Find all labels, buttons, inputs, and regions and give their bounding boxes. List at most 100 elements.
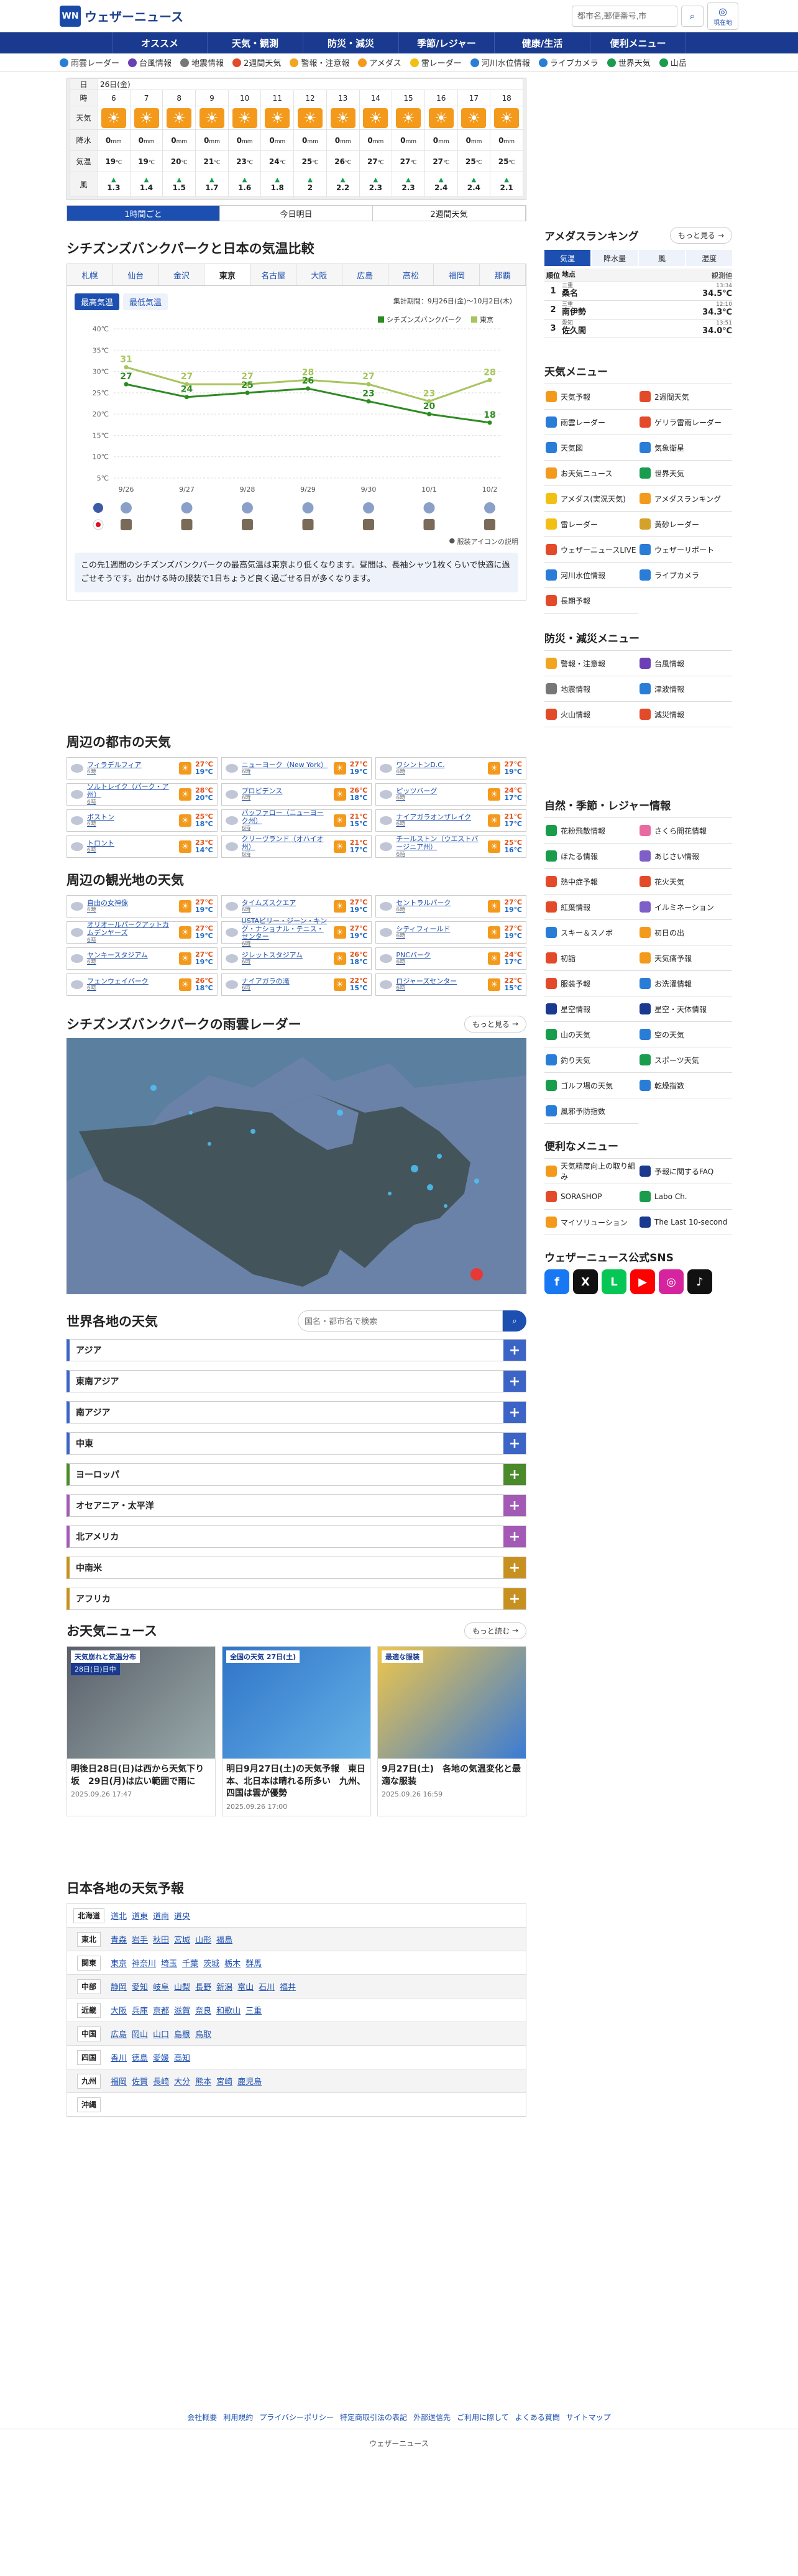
city-name[interactable]: トロント 6時 xyxy=(87,840,175,854)
city-cell[interactable]: オリオールパークアットカムデンヤーズ 6時 ☀ 27℃ 19℃ xyxy=(66,921,218,944)
city-name[interactable]: ピッツバーグ 6時 xyxy=(396,788,484,802)
prefecture-link[interactable]: 岐阜 xyxy=(153,1980,169,1992)
region-tab[interactable]: 札幌 xyxy=(67,264,113,285)
prefecture-link[interactable]: 長野 xyxy=(195,1980,211,1992)
world-region-row[interactable]: アフリカ + xyxy=(66,1588,526,1611)
sns-icon[interactable]: ▶ xyxy=(630,1269,655,1294)
city-name[interactable]: フィラデルフィア 6時 xyxy=(87,761,175,776)
city-cell[interactable]: 自由の女神像 6時 ☀ 27℃ 19℃ xyxy=(66,895,218,918)
news-thumbnail[interactable]: 全国の天気 27日(土) xyxy=(222,1647,370,1759)
city-name[interactable]: バッファロー（ニューヨーク州） 6時 xyxy=(242,809,330,832)
nav-item[interactable]: 季節/レジャー xyxy=(399,32,495,53)
footer-link[interactable]: 利用規約 xyxy=(223,2412,253,2422)
city-name[interactable]: USTAビリー・ジーン・キング・ナショナル・テニス・センター 6時 xyxy=(242,918,330,947)
menu-item[interactable]: スポーツ天気 xyxy=(638,1047,732,1073)
menu-item[interactable]: 雷レーダー xyxy=(544,512,638,537)
menu-item[interactable]: 台風情報 xyxy=(638,651,732,676)
menu-item[interactable]: 地震情報 xyxy=(544,676,638,702)
prefecture-link[interactable]: 島根 xyxy=(174,2028,190,2040)
news-card[interactable]: 最適な服装 9月27日(土) 各地の気温変化と最適な服装 2025.09.26 16… xyxy=(377,1646,526,1816)
menu-item[interactable]: 紅葉情報 xyxy=(544,895,638,920)
menu-item[interactable]: 天気図 xyxy=(544,435,638,461)
region-tab[interactable]: 金沢 xyxy=(158,264,205,285)
quick-link[interactable]: 2週間天気 xyxy=(232,57,281,68)
prefecture-link[interactable]: 茨城 xyxy=(203,1957,219,1969)
city-name[interactable]: 自由の女神像 6時 xyxy=(87,899,175,914)
menu-item[interactable]: 火山情報 xyxy=(544,702,638,727)
city-cell[interactable]: クリーヴランド（オハイオ州） 6時 ☀ 21℃ 17℃ xyxy=(221,835,372,858)
city-name[interactable]: ジレットスタジアム 6時 xyxy=(242,952,330,966)
prefecture-link[interactable]: 東京 xyxy=(111,1957,127,1969)
plus-icon[interactable]: + xyxy=(503,1526,526,1548)
prefecture-link[interactable]: 福井 xyxy=(280,1980,296,1992)
nav-item[interactable]: 健康/生活 xyxy=(495,32,590,53)
news-thumbnail[interactable]: 天気崩れと気温分布 28日(日)日中 xyxy=(67,1647,215,1759)
region-tab[interactable]: 高松 xyxy=(388,264,434,285)
city-cell[interactable]: ロジャーズセンター 6時 ☀ 22℃ 15℃ xyxy=(375,973,526,996)
menu-item[interactable]: 予報に関するFAQ xyxy=(638,1159,732,1184)
city-cell[interactable]: シティフィールド 6時 ☀ 27℃ 19℃ xyxy=(375,921,526,944)
city-cell[interactable]: タイムズスクエア 6時 ☀ 27℃ 19℃ xyxy=(221,895,372,918)
region-tab[interactable]: 大阪 xyxy=(296,264,342,285)
city-name[interactable]: チールストン（ウエストバージニア州） 6時 xyxy=(396,835,484,858)
region-tab[interactable]: 名古屋 xyxy=(250,264,296,285)
menu-item[interactable]: お洗濯情報 xyxy=(638,971,732,996)
region-tab[interactable]: 広島 xyxy=(342,264,388,285)
quick-link[interactable]: 世界天気 xyxy=(607,57,651,68)
plus-icon[interactable]: + xyxy=(503,1495,526,1517)
sns-icon[interactable]: X xyxy=(573,1269,598,1294)
city-cell[interactable]: プロビデンス 6時 ☀ 26℃ 18℃ xyxy=(221,783,372,806)
menu-item[interactable]: 雨雲レーダー xyxy=(544,410,638,435)
amedas-row[interactable]: 2 三重 南伊勢 12:10 34.3℃ xyxy=(544,301,732,320)
city-cell[interactable]: ワシントンD.C. 6時 ☀ 27℃ 19℃ xyxy=(375,757,526,780)
menu-item[interactable]: アメダス(実況天気) xyxy=(544,486,638,512)
prefecture-link[interactable]: 滋賀 xyxy=(174,2004,190,2016)
city-cell[interactable]: ヤンキースタジアム 6時 ☀ 27℃ 19℃ xyxy=(66,947,218,970)
news-thumbnail[interactable]: 最適な服装 xyxy=(378,1647,526,1759)
prefecture-link[interactable]: 埼玉 xyxy=(161,1957,177,1969)
menu-item[interactable]: 天気予報 xyxy=(544,384,638,410)
quick-link[interactable]: 雨雲レーダー xyxy=(60,57,119,68)
city-cell[interactable]: ナイアガラの滝 6時 ☀ 22℃ 15℃ xyxy=(221,973,372,996)
menu-item[interactable]: 空の天気 xyxy=(638,1022,732,1047)
city-cell[interactable]: ジレットスタジアム 6時 ☀ 26℃ 18℃ xyxy=(221,947,372,970)
forecast-tab[interactable]: 1時間ごと xyxy=(67,206,220,221)
prefecture-link[interactable]: 佐賀 xyxy=(132,2075,148,2087)
news-title[interactable]: 明後日28日(日)は西から天気下り坂 29日(月)は広い範囲で雨に xyxy=(67,1759,215,1790)
city-cell[interactable]: ニューヨーク（New York） 6時 ☀ 27℃ 19℃ xyxy=(221,757,372,780)
news-title[interactable]: 明日9月27日(土)の天気予報 東日本、北日本は晴れる所多い 九州、四国は雲が優… xyxy=(222,1759,370,1803)
menu-item[interactable]: ウェザーリポート xyxy=(638,537,732,563)
city-name[interactable]: ナイアガラオンザレイク 6時 xyxy=(396,814,484,828)
nav-item[interactable]: 防災・減災 xyxy=(303,32,399,53)
quick-link[interactable]: 河川水位情報 xyxy=(470,57,530,68)
city-name[interactable]: クリーヴランド（オハイオ州） 6時 xyxy=(242,835,330,858)
nav-item[interactable]: オススメ xyxy=(112,32,208,53)
menu-item[interactable]: 熱中症予報 xyxy=(544,869,638,895)
footer-link[interactable]: ご利用に際して xyxy=(457,2412,509,2422)
menu-item[interactable]: 釣り天気 xyxy=(544,1047,638,1073)
amedas-row[interactable]: 3 愛知 佐久間 13:51 34.0℃ xyxy=(544,320,732,338)
prefecture-link[interactable]: 石川 xyxy=(259,1980,275,1992)
footer-link[interactable]: 外部送信先 xyxy=(413,2412,451,2422)
prefecture-link[interactable]: 千葉 xyxy=(182,1957,198,1969)
city-name[interactable]: シティフィールド 6時 xyxy=(396,926,484,940)
city-name[interactable]: タイムズスクエア 6時 xyxy=(242,899,330,914)
quick-link[interactable]: 雷レーダー xyxy=(410,57,462,68)
world-region-row[interactable]: アジア + xyxy=(66,1339,526,1362)
prefecture-link[interactable]: 富山 xyxy=(237,1980,254,1992)
min-temp-button[interactable]: 最低気温 xyxy=(123,293,168,310)
menu-item[interactable]: ゴルフ場の天気 xyxy=(544,1073,638,1098)
menu-item[interactable]: 長期予報 xyxy=(544,588,638,614)
city-name[interactable]: オリオールパークアットカムデンヤーズ 6時 xyxy=(87,921,175,944)
menu-item[interactable]: あじさい情報 xyxy=(638,844,732,869)
city-name[interactable]: ソルトレイク（パーク・ア州） 6時 xyxy=(87,783,175,806)
city-cell[interactable]: PNCパーク 6時 ☀ 24℃ 17℃ xyxy=(375,947,526,970)
prefecture-link[interactable]: 秋田 xyxy=(153,1933,169,1945)
news-more-button[interactable]: もっと読む → xyxy=(464,1622,526,1639)
prefecture-link[interactable]: 鹿児島 xyxy=(237,2075,262,2087)
prefecture-link[interactable]: 愛知 xyxy=(132,1980,148,1992)
news-card[interactable]: 天気崩れと気温分布 28日(日)日中 明後日28日(日)は西から天気下り坂 29日(… xyxy=(66,1646,216,1816)
city-name[interactable]: ヤンキースタジアム 6時 xyxy=(87,952,175,966)
city-cell[interactable]: トロント 6時 ☀ 23℃ 14℃ xyxy=(66,835,218,858)
prefecture-link[interactable]: 長崎 xyxy=(153,2075,169,2087)
